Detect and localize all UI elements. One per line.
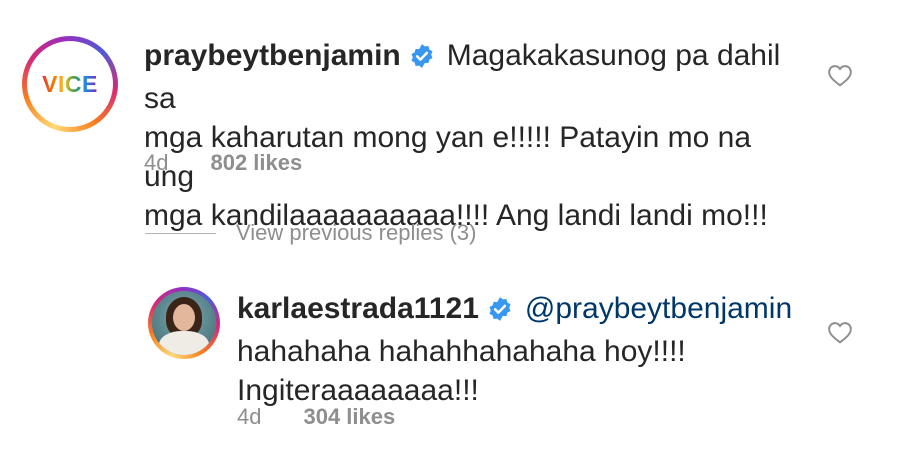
comment-username[interactable]: praybeytbenjamin — [144, 39, 401, 72]
view-previous-replies-button[interactable]: View previous replies (3) — [236, 220, 476, 246]
heart-outline-icon[interactable] — [827, 320, 853, 349]
verified-badge-icon — [487, 293, 513, 332]
replies-divider — [145, 233, 216, 234]
comment-body: praybeytbenjamin Magakakasunog pa dahil s… — [144, 36, 804, 235]
reply-mention[interactable]: @praybeytbenjamin — [525, 292, 792, 325]
avatar-logo-text: VICE — [42, 70, 98, 97]
comment-meta: 4d 802 likes — [144, 150, 302, 176]
heart-outline-icon[interactable] — [827, 63, 853, 92]
avatar[interactable]: VICE — [22, 36, 118, 132]
reply-likes[interactable]: 304 likes — [303, 404, 395, 429]
verified-badge-icon — [409, 40, 435, 79]
reply-meta: 4d 304 likes — [237, 404, 395, 430]
comment-likes[interactable]: 802 likes — [210, 150, 302, 175]
reply-text-line: hahahaha hahahhahahaha hoy!!!! — [237, 335, 686, 368]
reply-body: karlaestrada1121 @praybeytbenjamin hahaha… — [237, 289, 807, 410]
comment-time: 4d — [144, 150, 169, 175]
avatar[interactable] — [148, 287, 220, 359]
reply-username[interactable]: karlaestrada1121 — [237, 292, 479, 325]
reply-time: 4d — [237, 404, 262, 429]
